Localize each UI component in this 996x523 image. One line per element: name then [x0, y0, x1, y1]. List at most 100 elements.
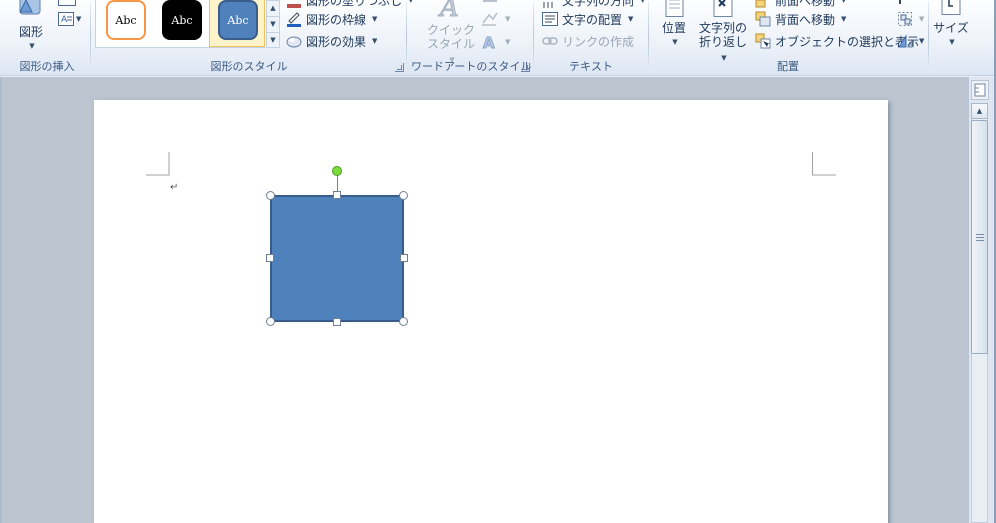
style-swatch-orange-outline[interactable]: Abc — [106, 0, 146, 40]
margin-corner-mark-left — [146, 152, 170, 176]
group-label-wordart-styles: ワードアートのスタイル — [411, 60, 532, 73]
chevron-down-icon: ▼ — [505, 38, 511, 46]
size-button[interactable]: サイズ ▼ — [933, 0, 969, 49]
chevron-down-icon: ▼ — [29, 42, 35, 50]
shape-outline-button[interactable]: 図形の枠線 ▼ — [286, 10, 377, 28]
dialog-launcher-icon[interactable] — [521, 63, 530, 72]
shape-effects-label: 図形の効果 — [306, 34, 367, 49]
shapes-button-label: 図形 — [18, 25, 43, 39]
wordart-a-icon: A — [438, 0, 460, 24]
scroll-up-button[interactable]: ▲ — [971, 103, 988, 119]
rotate-icon — [898, 34, 913, 48]
text-box-button[interactable]: A ▼ — [58, 12, 81, 26]
align-text-button[interactable]: 文字の配置 ▼ — [542, 10, 633, 28]
shapes-icon — [19, 0, 41, 15]
chevron-down-icon: ▼ — [919, 15, 925, 23]
chevron-down-icon: ▼ — [949, 38, 955, 46]
document-page[interactable] — [94, 100, 888, 523]
quick-styles-button[interactable]: A クイック スタイル▼ — [427, 0, 475, 67]
group-objects-button[interactable]: ▼ — [897, 10, 924, 28]
resize-handle-top[interactable] — [333, 191, 341, 199]
selection-pane-icon — [755, 33, 771, 49]
chevron-down-icon: ▼ — [372, 15, 378, 23]
chevron-down-icon: ▼ — [672, 38, 678, 46]
text-effects-icon: A — [483, 34, 496, 50]
shape-style-gallery: Abc Abc Abc — [95, 0, 265, 48]
paragraph-mark: ↵ — [170, 182, 179, 193]
position-icon — [665, 0, 684, 17]
rotate-button[interactable]: ▼ — [897, 32, 924, 50]
chevron-down-icon: ▼ — [841, 0, 847, 4]
group-label-text: テキスト — [569, 60, 613, 73]
pen-outline-icon — [287, 12, 301, 27]
create-link-button[interactable]: リンクの作成 — [542, 32, 634, 50]
rotation-handle[interactable] — [332, 166, 342, 176]
selection-pane-button[interactable]: オブジェクトの選択と表示 — [755, 32, 919, 50]
align-icon[interactable] — [899, 0, 911, 4]
group-arrange: 位置 ▼ 文字列の 折り返し▼ 前面へ移動 ▼ 背面へ移動 ▼ オブジェクトの選… — [649, 0, 927, 75]
align-text-icon — [542, 12, 558, 26]
shape-fill-label: 図形の塗りつぶし — [306, 0, 403, 8]
wrap-text-button[interactable]: 文字列の 折り返し▼ — [697, 0, 749, 65]
position-label: 位置 — [661, 21, 686, 35]
rectangle-shape[interactable] — [270, 195, 404, 322]
group-insert-shapes: 図形 ▼ A ▼ 図形の挿入 — [4, 0, 90, 75]
text-direction-button[interactable]: 文字列の方向 ▼ — [542, 0, 645, 9]
text-outline-button[interactable]: ▼ — [481, 10, 510, 28]
shapes-button[interactable]: 図形 ▼ — [14, 0, 48, 53]
resize-handle-top-right[interactable] — [399, 191, 408, 200]
resize-handle-right[interactable] — [400, 254, 408, 262]
text-direction-label: 文字列の方向 — [562, 0, 635, 8]
group-label-shape-styles: 図形のスタイル — [210, 60, 288, 73]
resize-handle-bottom-left[interactable] — [266, 317, 275, 326]
dialog-launcher-icon[interactable] — [395, 63, 404, 72]
svg-text:A: A — [61, 15, 68, 25]
view-ruler-button[interactable] — [971, 80, 989, 100]
margin-corner-mark-right — [812, 152, 836, 176]
style-swatch-black[interactable]: Abc — [162, 0, 202, 40]
text-fill-icon[interactable] — [483, 0, 497, 2]
swatch-label: Abc — [115, 13, 137, 27]
bring-forward-button[interactable]: 前面へ移動 ▼ — [755, 0, 846, 9]
shape-fill-button[interactable]: 図形の塗りつぶし ▼ — [286, 0, 414, 9]
gallery-up-button[interactable]: ▲ — [267, 1, 279, 17]
group-size: サイズ ▼ — [929, 0, 973, 75]
size-icon — [941, 0, 961, 15]
align-text-label: 文字の配置 — [562, 12, 623, 27]
wrap-text-label-1: 文字列の — [698, 21, 747, 35]
position-button[interactable]: 位置 ▼ — [657, 0, 691, 49]
ruler-icon — [974, 83, 986, 97]
chevron-down-icon: ▼ — [505, 15, 511, 23]
grip-icon — [976, 234, 984, 241]
create-link-label: リンクの作成 — [562, 34, 635, 49]
group-label-insert-shapes: 図形の挿入 — [19, 60, 75, 73]
edit-shape-icon[interactable] — [58, 0, 76, 6]
group-wordart-styles: A クイック スタイル▼ ▼ A ▼ ワードアートのスタイル — [407, 0, 533, 75]
style-swatch-blue[interactable]: Abc — [218, 0, 258, 40]
shape-effects-icon — [286, 36, 302, 48]
group-text: 文字列の方向 ▼ 文字の配置 ▼ リンクの作成 テキスト — [534, 0, 648, 75]
send-backward-icon — [755, 11, 771, 27]
wrap-text-icon — [713, 0, 733, 17]
resize-handle-bottom-right[interactable] — [399, 317, 408, 326]
chain-link-icon — [542, 37, 558, 45]
resize-handle-left[interactable] — [266, 254, 274, 262]
paint-bucket-icon — [287, 4, 301, 8]
text-effects-button[interactable]: A ▼ — [481, 33, 511, 51]
resize-handle-top-left[interactable] — [266, 191, 275, 200]
text-direction-icon — [543, 2, 553, 8]
chevron-down-icon: ▼ — [76, 15, 82, 23]
chevron-down-icon: ▼ — [640, 0, 646, 4]
send-backward-button[interactable]: 背面へ移動 ▼ — [755, 10, 846, 28]
svg-text:A: A — [438, 0, 459, 20]
chevron-down-icon: ▼ — [841, 15, 847, 23]
shape-effects-button[interactable]: 図形の効果 ▼ — [286, 32, 377, 50]
text-outline-icon — [482, 12, 498, 26]
text-box-icon: A — [58, 12, 74, 26]
scrollbar-thumb[interactable] — [971, 120, 988, 354]
gallery-down-button[interactable]: ▼ — [267, 17, 279, 33]
shape-outline-label: 図形の枠線 — [306, 12, 367, 27]
send-backward-label: 背面へ移動 — [775, 12, 836, 27]
resize-handle-bottom[interactable] — [333, 318, 341, 326]
gallery-more-button[interactable]: ▼ — [267, 33, 279, 49]
